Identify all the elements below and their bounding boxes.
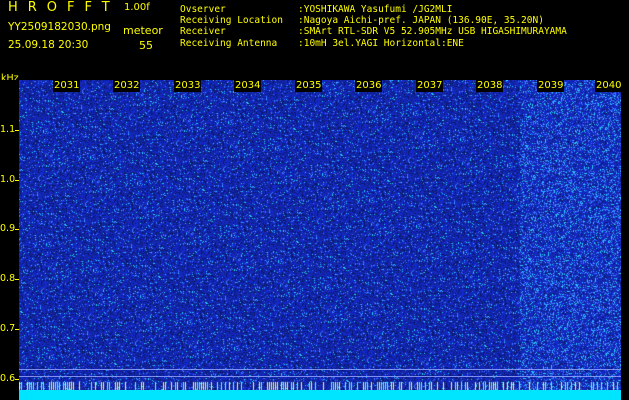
header-panel: HROFFT 1.00f YY2509182030.png meteor 25.…	[0, 0, 629, 80]
plot-type: meteor	[123, 24, 163, 37]
time-label: 2032	[113, 80, 141, 92]
y-tick-label: 1.0	[0, 174, 16, 185]
y-tick-label: 1.1	[0, 124, 16, 135]
info-row-receiver: Receiver :SMArt RTL-SDR V5 52.905MHz USB …	[180, 26, 567, 37]
meteor-count: 55	[139, 39, 153, 52]
reference-line	[19, 376, 621, 377]
info-label: Ovserver	[180, 4, 226, 15]
date-time: 25.09.18 20:30	[8, 39, 89, 51]
info-value: :10mH 3el.YAGI Horizontal:ENE	[298, 37, 464, 49]
time-label: 2031	[53, 80, 81, 92]
time-label: 2033	[174, 80, 202, 92]
waterfall-plot: 2031 2032 2033 2034 2035 2036 2037 2038 …	[19, 80, 621, 400]
y-tick-label: 0.9	[0, 223, 16, 234]
app-brand: HROFFT	[8, 0, 120, 15]
time-label: 2034	[234, 80, 262, 92]
time-label: 2035	[295, 80, 323, 92]
info-label: Receiving Antenna	[180, 37, 278, 49]
carrier-baseline	[19, 390, 621, 400]
y-tick-label: 0.6	[0, 373, 16, 384]
info-row-location: Receiving Location :Nagoya Aichi-pref. JA…	[180, 15, 567, 26]
time-label: 2037	[416, 80, 444, 92]
time-label: 2038	[476, 80, 504, 92]
y-axis: 1.1 1.0 0.9 0.8 0.7 0.6	[0, 80, 19, 400]
reference-line	[19, 369, 621, 370]
info-row-observer: Ovserver :YOSHIKAWA Yasufumi /JG2MLI	[180, 4, 567, 15]
info-value: :Nagoya Aichi-pref. JAPAN (136.90E, 35.2…	[298, 15, 544, 27]
y-tick-label: 0.7	[0, 323, 16, 334]
time-label: 2036	[355, 80, 383, 92]
spectrogram-canvas	[19, 80, 621, 400]
info-value: :SMArt RTL-SDR V5 52.905MHz USB HIGASHIM…	[298, 26, 567, 38]
app-version: 1.00f	[124, 2, 150, 13]
info-label: Receiver	[180, 26, 226, 38]
station-info: Ovserver :YOSHIKAWA Yasufumi /JG2MLI Rece…	[180, 4, 567, 49]
info-value: :YOSHIKAWA Yasufumi /JG2MLI	[298, 4, 453, 15]
y-tick-label: 0.8	[0, 273, 16, 284]
info-row-antenna: Receiving Antenna :10mH 3el.YAGI Horizont…	[180, 38, 567, 49]
file-name: YY2509182030.png	[8, 21, 111, 33]
time-label: 2039	[537, 80, 565, 92]
info-label: Receiving Location	[180, 15, 283, 27]
time-label: 2040	[595, 80, 621, 92]
